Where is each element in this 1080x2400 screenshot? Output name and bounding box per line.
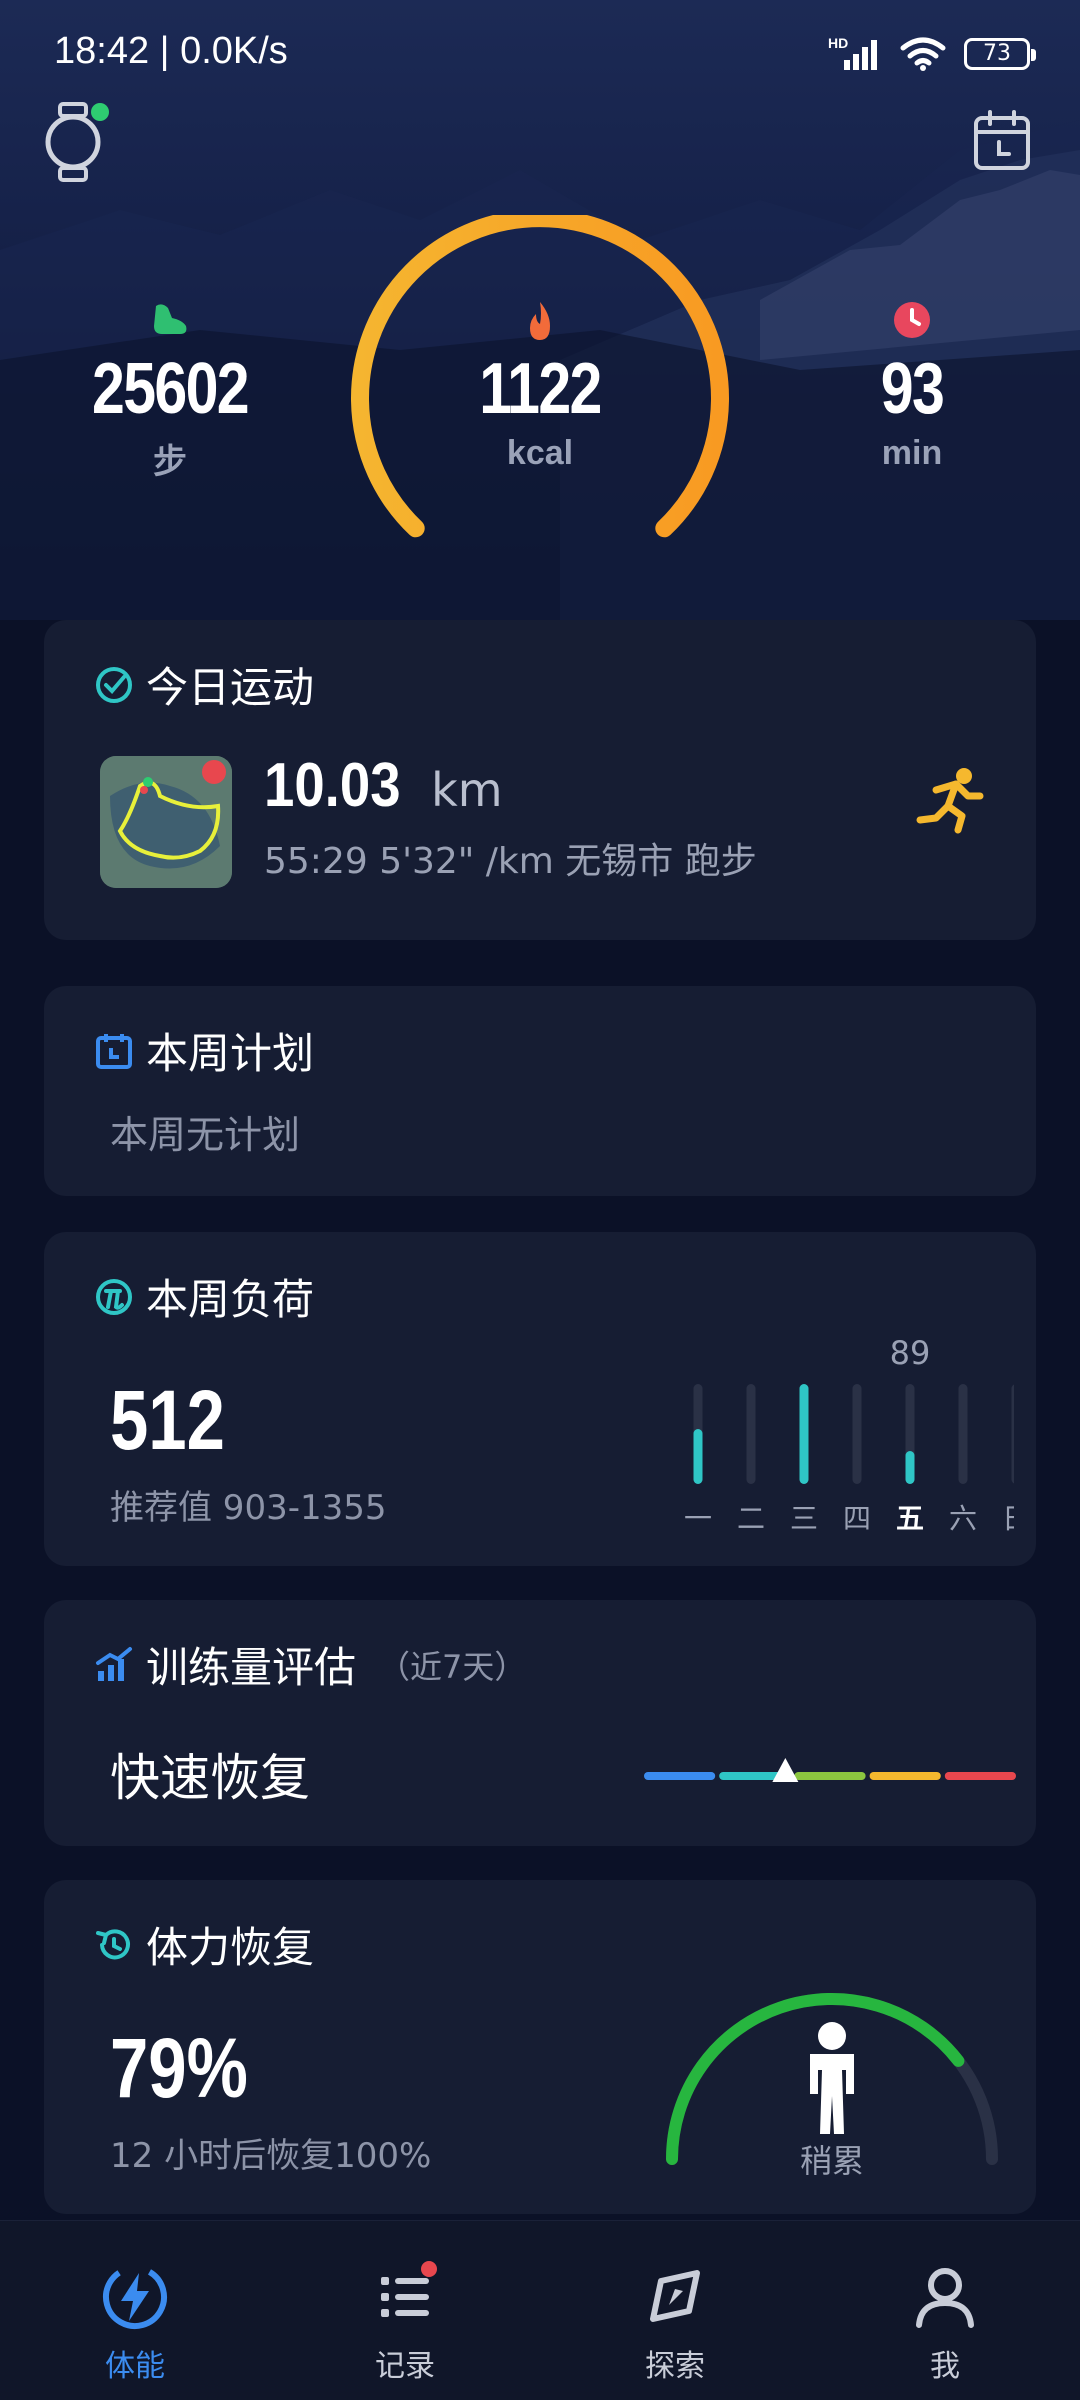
weekly-load-title-text: 本周负荷 [146,1275,315,1324]
load-highlight-value: 89 [890,1334,931,1372]
watch-icon [45,102,109,182]
recovery-card[interactable]: 体力恢复 79% 12 小时后恢复100% 稍累 [44,1880,1036,2214]
today-distance-unit: km [431,763,503,817]
network-type-label: HD [828,35,848,51]
user-icon [916,2268,974,2328]
minutes-value: 93 [880,349,945,429]
bottom-navigation: 体能 记录 探索 我 [0,2220,1080,2400]
kcal-unit: kcal [506,434,574,472]
training-trend-icon [96,1646,132,1681]
load-bar-track [1011,1384,1021,1484]
status-bar: 18:42 | 0.0K/s HD 73 [0,0,1080,110]
shoe-icon [154,304,187,334]
steps-value: 25602 [92,349,250,429]
clock-icon [894,302,930,338]
recovery-value: 79% [110,2021,248,2115]
watch-button[interactable] [40,100,120,188]
load-icon [96,1278,132,1315]
list-icon [381,2261,437,2317]
weekly-load-recommended: 推荐值 903-1355 [110,1488,387,1528]
kcal-value: 1122 [479,349,602,429]
today-sport-title-text: 今日运动 [146,663,315,712]
nav-tab-explore[interactable]: 探索 [605,2261,745,2385]
recovery-detail: 12 小时后恢复100% [110,2136,432,2176]
scale-segment [644,1772,716,1780]
route-map-thumbnail[interactable] [100,756,232,888]
nav-tab-me[interactable]: 我 [875,2261,1015,2385]
today-sport-details: 55:29 5'32" /km 无锡市 跑步 [264,841,757,882]
weekly-plan-empty-text: 本周无计划 [110,1113,301,1157]
load-bar-fill [693,1429,703,1484]
nav-label-explore: 探索 [645,2349,705,2384]
minutes-stat: 93 min [792,300,1032,473]
status-time: 18:42 | 0.0K/s [54,30,288,72]
scale-marker [772,1758,799,1782]
kcal-stat: 1122 kcal [420,300,660,473]
nav-label-records: 记录 [375,2349,435,2384]
training-eval-status: 快速恢复 [110,1749,310,1807]
load-day-label: 六 [949,1502,977,1535]
weekly-load-card[interactable]: 本周负荷 512 推荐值 903-1355 一二三四五 89 六日 [44,1232,1036,1566]
load-bar-track [852,1384,862,1484]
load-day-label: 日 [1002,1502,1014,1535]
route-map-icon [100,756,232,888]
recovery-title: 体力恢复 [94,1914,314,1975]
load-day-label: 五 [896,1502,924,1535]
training-eval-title: 训练量评估 （近7天） [94,1634,526,1695]
recovery-title-text: 体力恢复 [146,1923,315,1972]
scale-segment [869,1772,941,1780]
signal-icon: HD [828,35,877,70]
weekly-plan-title: 本周计划 [94,1020,314,1081]
running-icon [916,768,984,834]
training-eval-scale [644,1752,1016,1792]
weekly-load-value: 512 [110,1373,225,1467]
steps-unit: 步 [153,443,187,481]
training-eval-card[interactable]: 训练量评估 （近7天） 快速恢复 [44,1600,1036,1846]
calendar-button[interactable] [972,110,1032,176]
load-day-label: 四 [843,1502,871,1535]
load-bar-fill [799,1384,809,1484]
calendar-plan-icon [96,1033,132,1069]
weekly-plan-card[interactable]: 本周计划 本周无计划 [44,986,1036,1196]
nav-tab-records[interactable]: 记录 [335,2261,475,2385]
weekly-plan-title-text: 本周计划 [146,1029,315,1078]
scale-segment [794,1772,866,1780]
training-eval-scale-bar [644,1758,1016,1782]
nav-label-me: 我 [930,2349,960,2384]
bolt-icon [103,2264,167,2329]
weekly-load-bars: 一二三四五 89 六日 [684,1334,1030,1535]
recovery-icon [96,1928,130,1959]
today-distance-row: 10.03 km [264,750,503,821]
check-circle-icon [96,666,132,703]
training-eval-title-text: 训练量评估 [146,1643,357,1692]
load-bar-fill [905,1451,915,1484]
steps-stat: 25602 步 [50,300,290,483]
person-icon [810,2022,854,2134]
calendar-icon [974,110,1030,170]
load-day-label: 二 [737,1502,765,1535]
load-bar-track [958,1384,968,1484]
today-sport-card[interactable]: 今日运动 10.03 km 55:29 5'32" /km 无锡市 跑步 [44,620,1036,940]
nav-tab-fitness[interactable]: 体能 [65,2261,205,2385]
today-distance-value: 10.03 [264,751,401,820]
training-eval-subtitle: （近7天） [378,1647,527,1686]
weekly-load-chart: 一二三四五 89 六日 [634,1320,1030,1550]
status-icons: HD 73 [828,34,1036,74]
load-day-label: 一 [684,1502,712,1535]
recovery-figure-label: 稍累 [800,2142,864,2180]
compass-icon [650,2270,700,2322]
weekly-load-title: 本周负荷 [94,1266,314,1327]
minutes-unit: min [881,434,943,472]
scale-segment [944,1772,1016,1780]
wifi-icon [900,37,946,71]
load-day-label: 三 [790,1502,818,1535]
today-sport-title: 今日运动 [94,654,314,715]
recovery-gauge: 稍累 [666,1993,998,2180]
load-bar-track [746,1384,756,1484]
flame-icon [530,302,550,340]
battery-indicator: 73 [964,38,1036,70]
nav-label-fitness: 体能 [105,2349,165,2384]
